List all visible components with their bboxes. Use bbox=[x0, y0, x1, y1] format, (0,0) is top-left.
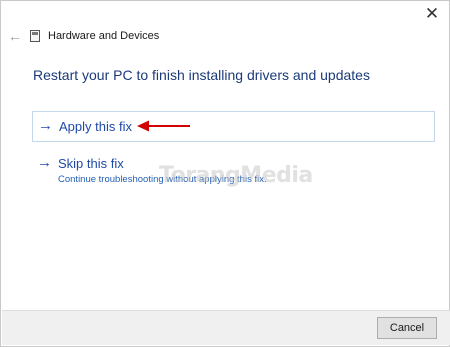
skip-fix-description: Continue troubleshooting without applyin… bbox=[58, 174, 267, 185]
red-annotation-arrow bbox=[137, 120, 190, 132]
skip-fix-label: Skip this fix bbox=[58, 156, 124, 171]
skip-fix-option[interactable]: → Skip this fix Continue troubleshooting… bbox=[32, 153, 433, 189]
back-arrow-icon[interactable]: ← bbox=[7, 28, 23, 44]
arrow-right-icon: → bbox=[38, 117, 53, 134]
apply-fix-option[interactable]: → Apply this fix bbox=[32, 111, 435, 142]
window-title: Hardware and Devices bbox=[48, 30, 160, 42]
apply-fix-label: Apply this fix bbox=[59, 119, 132, 134]
arrow-right-icon: → bbox=[37, 154, 52, 171]
close-icon[interactable]: ✕ bbox=[421, 3, 443, 25]
troubleshooter-window: ✕ ← Hardware and Devices Restart your PC… bbox=[0, 0, 450, 347]
dialog-footer: Cancel bbox=[2, 310, 450, 345]
hardware-devices-icon bbox=[30, 30, 40, 42]
cancel-button[interactable]: Cancel bbox=[377, 317, 437, 339]
page-heading: Restart your PC to finish installing dri… bbox=[33, 67, 370, 83]
